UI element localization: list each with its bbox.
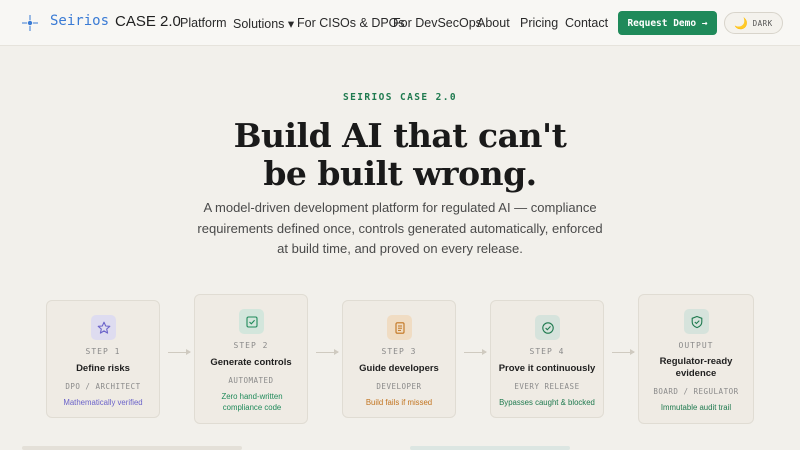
next-section-edge — [22, 446, 242, 450]
nav-link-contact[interactable]: Contact — [565, 16, 608, 30]
flow-arrow — [316, 349, 339, 355]
hero-subtext: A model-driven development platform for … — [190, 198, 610, 260]
nav-link-platform[interactable]: Platform — [180, 16, 227, 30]
next-section-edge — [410, 446, 570, 450]
step-number: STEP 1 — [85, 347, 121, 356]
step-title: Define risks — [76, 363, 130, 374]
flow-arrow — [612, 349, 635, 355]
logo-text[interactable]: Seirios — [50, 13, 109, 29]
moon-icon: 🌙 — [734, 16, 749, 30]
step-title: Guide developers — [359, 363, 439, 374]
step-number: OUTPUT — [678, 341, 714, 350]
step-number: STEP 3 — [381, 347, 417, 356]
flow-arrow — [464, 349, 487, 355]
subtext-line-1: A model-driven development platform for … — [203, 200, 597, 215]
step-card-output: OUTPUT Regulator-ready evidence BOARD / … — [638, 294, 754, 424]
request-demo-button[interactable]: Request Demo → — [618, 11, 717, 35]
nav-link-pricing[interactable]: Pricing — [520, 16, 558, 30]
logo-subtitle[interactable]: CASE 2.0 — [115, 13, 181, 30]
step-note: Mathematically verified — [63, 398, 143, 407]
headline-line-1: Build AI that can't — [233, 116, 567, 155]
step-note: Bypasses caught & blocked — [499, 398, 595, 407]
step-role: DPO / ARCHITECT — [65, 382, 141, 391]
step-role: DEVELOPER — [376, 382, 422, 391]
flow-arrow — [168, 349, 191, 355]
subtext-line-3: at build time, and proved on every relea… — [277, 241, 523, 256]
nav-link-about[interactable]: About — [477, 16, 510, 30]
subtext-line-2: requirements defined once, controls gene… — [197, 220, 603, 236]
step-number: STEP 2 — [233, 341, 269, 350]
dark-mode-toggle[interactable]: 🌙 DARK — [724, 12, 783, 34]
check-square-icon — [239, 309, 264, 334]
nav-link-devsecops[interactable]: For DevSecOps — [393, 16, 482, 30]
check-circle-icon — [535, 315, 560, 340]
step-title: Generate controls — [210, 357, 292, 368]
nav-link-cisos-dpos[interactable]: For CISOs & DPOs — [297, 16, 405, 30]
dark-mode-label: DARK — [752, 18, 773, 28]
hero-headline: Build AI that can't be built wrong. — [0, 117, 800, 193]
step-card-define-risks: STEP 1 Define risks DPO / ARCHITECT Math… — [46, 300, 160, 418]
step-role: AUTOMATED — [228, 376, 274, 385]
star-icon — [91, 315, 116, 340]
hero-eyebrow: SEIRIOS CASE 2.0 — [343, 92, 457, 103]
step-role: BOARD / REGULATOR — [653, 387, 739, 396]
logo-star-icon[interactable] — [21, 14, 39, 32]
shield-check-icon — [684, 309, 709, 334]
step-card-prove-continuously: STEP 4 Prove it continuously EVERY RELEA… — [490, 300, 604, 418]
step-note: Zero hand-written compliance code — [221, 392, 283, 412]
step-role: EVERY RELEASE — [514, 382, 580, 391]
step-title: Regulator-ready evidence — [659, 356, 733, 379]
step-number: STEP 4 — [529, 347, 565, 356]
nav-link-solutions[interactable]: Solutions ▾ — [233, 16, 294, 31]
top-nav: Seirios CASE 2.0 Platform Solutions ▾ Fo… — [0, 0, 800, 46]
headline-line-2: be built wrong. — [263, 154, 537, 193]
step-card-guide-developers: STEP 3 Guide developers DEVELOPER Build … — [342, 300, 456, 418]
step-note: Build fails if missed — [365, 398, 433, 407]
document-icon — [387, 315, 412, 340]
step-title: Prove it continuously — [498, 363, 596, 374]
step-card-generate-controls: STEP 2 Generate controls AUTOMATED Zero … — [194, 294, 308, 424]
step-note: Immutable audit trail — [660, 403, 732, 412]
